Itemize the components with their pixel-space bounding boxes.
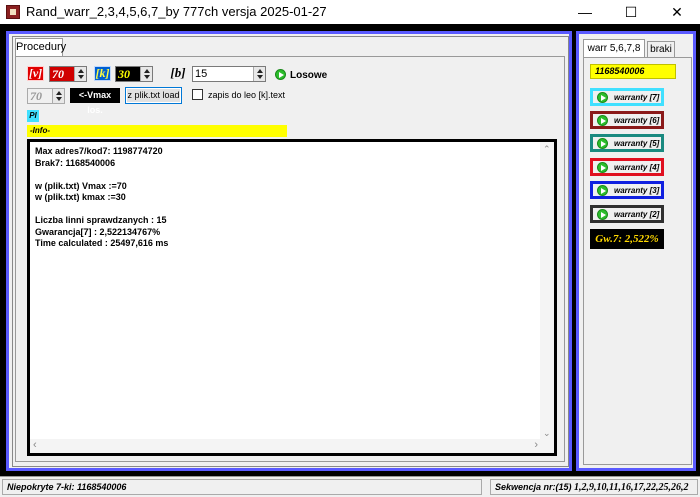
warranty-6-button[interactable]: warranty [6] xyxy=(590,111,664,129)
b-spinner-value: 15 xyxy=(195,68,208,80)
brak-value-box: 1168540006 xyxy=(590,64,676,79)
k-spinner[interactable]: 30 xyxy=(115,66,153,82)
warranty-7-label: warranty [7] xyxy=(614,93,660,102)
memo-vertical-scrollbar[interactable] xyxy=(540,142,554,439)
b-label: [b] xyxy=(170,65,186,80)
k-spinner-arrows[interactable] xyxy=(140,67,152,81)
window-title: Rand_warr_2,3,4,5,6,7_by 777ch versja 20… xyxy=(26,4,327,19)
k-spinner-value: 30 xyxy=(118,67,130,81)
status-uncovered: Niepokryte 7-ki: 1168540006 xyxy=(2,479,482,495)
title-bar: Rand_warr_2,3,4,5,6,7_by 777ch versja 20… xyxy=(0,0,700,24)
play-icon xyxy=(597,92,608,103)
memo-line: w (plik.txt) Vmax :=70 xyxy=(35,180,127,191)
b-spinner[interactable]: 15 xyxy=(192,66,266,82)
b-spinner-arrows[interactable] xyxy=(253,67,265,81)
warranty-4-button[interactable]: warranty [4] xyxy=(590,158,664,176)
vmax-gray-spinner[interactable]: 70 xyxy=(27,88,65,104)
maximize-button[interactable]: ☐ xyxy=(608,0,654,24)
pl-button[interactable]: Pl xyxy=(27,110,39,122)
play-icon xyxy=(597,138,608,149)
memo-line: Gwarancja[7] : 2,522134767% xyxy=(35,226,161,237)
play-icon xyxy=(597,185,608,196)
warranty-2-label: warranty [2] xyxy=(614,210,660,219)
v-spinner-arrows[interactable] xyxy=(74,67,86,81)
v-spinner[interactable]: 70 xyxy=(49,66,87,82)
memo-line xyxy=(35,169,168,181)
tab-warr[interactable]: warr 5,6,7,8 xyxy=(583,39,645,57)
play-icon xyxy=(597,162,608,173)
warranty-3-button[interactable]: warranty [3] xyxy=(590,181,664,199)
warranty-4-label: warranty [4] xyxy=(614,163,660,172)
output-memo[interactable]: Max adres7/kod7: 1198774720 Brak7: 11685… xyxy=(27,139,557,456)
warranty-2-button[interactable]: warranty [2] xyxy=(590,205,664,223)
memo-line: Liczba linni sprawdzanych : 15 xyxy=(35,215,167,225)
memo-line: w (plik.txt) kmax :=30 xyxy=(35,192,126,202)
info-bar: -Info- xyxy=(27,125,287,137)
memo-horizontal-scrollbar[interactable] xyxy=(30,439,554,453)
close-button[interactable]: ✕ xyxy=(654,0,700,24)
memo-line: Max adres7/kod7: 1198774720 xyxy=(35,146,163,156)
vmax-los-button[interactable]: <-Vmax los. xyxy=(70,88,120,115)
losowe-label[interactable]: Losowe xyxy=(290,70,327,81)
warranty-3-label: warranty [3] xyxy=(614,186,660,195)
vmax-gray-value: 70 xyxy=(30,89,42,103)
losowe-play-icon[interactable] xyxy=(275,69,286,80)
memo-line: Brak7: 1168540006 xyxy=(35,157,116,168)
status-sequence: Sekwencja nr:(15) 1,2,9,10,11,16,17,22,2… xyxy=(490,479,698,495)
zapis-checkbox[interactable] xyxy=(192,89,203,100)
sequence-values: 1,2,9,10,11,16,17,22,25,26,2 xyxy=(574,482,689,493)
zapis-checkbox-label[interactable]: zapis do leo [k].text xyxy=(208,90,285,100)
vmax-gray-arrows[interactable] xyxy=(52,89,64,103)
guarantee-box: Gw.7: 2,522% xyxy=(590,229,664,249)
memo-text: Max adres7/kod7: 1198774720 Brak7: 11685… xyxy=(35,146,168,250)
tab-procedury[interactable]: Procedury xyxy=(15,38,66,56)
load-file-button[interactable]: z plik.txt load xyxy=(125,87,182,104)
play-icon xyxy=(597,209,608,220)
app-icon xyxy=(6,5,20,19)
warranty-5-button[interactable]: warranty [5] xyxy=(590,134,664,152)
minimize-button[interactable]: — xyxy=(562,0,608,24)
k-label: [k] xyxy=(94,66,111,81)
play-icon xyxy=(597,115,608,126)
v-spinner-value: 70 xyxy=(52,67,64,81)
status-bar: Niepokryte 7-ki: 1168540006 Sekwencja nr… xyxy=(0,476,700,497)
warranty-7-button[interactable]: warranty [7] xyxy=(590,88,664,106)
v-label: [v] xyxy=(27,66,44,81)
memo-line: Time calculated : 25497,616 ms xyxy=(35,238,169,248)
warranty-5-label: warranty [5] xyxy=(614,139,660,148)
warranty-6-label: warranty [6] xyxy=(614,116,660,125)
sequence-label: Sekwencja nr:(15) xyxy=(495,482,572,492)
memo-line xyxy=(35,204,168,216)
tab-braki[interactable]: braki xyxy=(647,41,675,57)
